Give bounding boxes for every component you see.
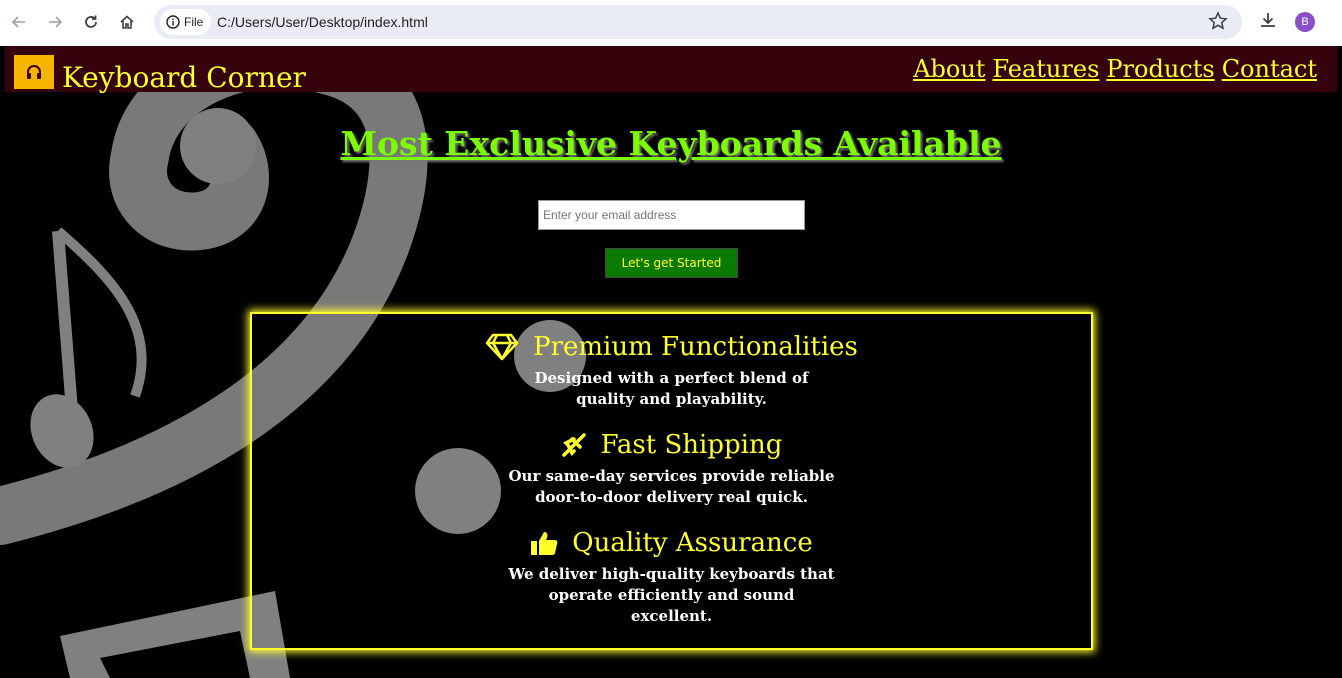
arrow-left-icon bbox=[11, 16, 25, 28]
diamond-icon bbox=[485, 333, 519, 361]
logo[interactable] bbox=[14, 55, 54, 89]
airplane-icon bbox=[561, 433, 586, 457]
site-info-chip[interactable]: File bbox=[160, 9, 212, 35]
downloads-button[interactable] bbox=[1258, 10, 1278, 34]
feature-shipping: Fast Shipping Our same-day services prov… bbox=[252, 428, 1091, 508]
web-page: Keyboard Corner About Features Products … bbox=[0, 46, 1342, 678]
home-button[interactable] bbox=[115, 10, 139, 34]
back-button[interactable] bbox=[7, 10, 31, 34]
feature-title-row: Quality Assurance bbox=[252, 526, 1091, 560]
feature-title: Quality Assurance bbox=[572, 528, 813, 558]
feature-title: Premium Functionalities bbox=[533, 332, 858, 362]
site-header: Keyboard Corner About Features Products … bbox=[5, 46, 1337, 94]
nav-contact-link[interactable]: Contact bbox=[1222, 55, 1317, 83]
features-box: Premium Functionalities Designed with a … bbox=[250, 312, 1093, 650]
headphones-icon bbox=[27, 65, 41, 79]
home-icon bbox=[120, 15, 134, 29]
reload-icon bbox=[85, 15, 97, 28]
download-icon bbox=[1261, 13, 1275, 27]
profile-avatar[interactable]: B bbox=[1295, 12, 1315, 32]
feature-title: Fast Shipping bbox=[600, 430, 783, 460]
file-label: File bbox=[184, 15, 204, 29]
thumbs-up-icon bbox=[531, 532, 558, 555]
main-nav: About Features Products Contact bbox=[913, 55, 1317, 83]
star-icon bbox=[1208, 11, 1228, 30]
feature-description: Designed with a perfect blend of quality… bbox=[534, 369, 809, 408]
nav-products-link[interactable]: Products bbox=[1106, 55, 1214, 83]
nav-about-link[interactable]: About bbox=[913, 55, 985, 83]
nav-features-link[interactable]: Features bbox=[992, 55, 1099, 83]
email-input[interactable] bbox=[538, 200, 805, 230]
feature-description: We deliver high-quality keyboards that o… bbox=[508, 565, 835, 625]
bookmark-button[interactable] bbox=[1208, 11, 1228, 35]
feature-title-row: Premium Functionalities bbox=[252, 330, 1091, 364]
browser-toolbar: File C:/Users/User/Desktop/index.html B bbox=[0, 0, 1342, 46]
hero-title: Most Exclusive Keyboards Available bbox=[340, 124, 1002, 163]
feature-premium: Premium Functionalities Designed with a … bbox=[252, 330, 1091, 410]
address-bar[interactable]: File C:/Users/User/Desktop/index.html bbox=[154, 5, 1242, 39]
url-text[interactable]: C:/Users/User/Desktop/index.html bbox=[217, 14, 428, 30]
feature-title-row: Fast Shipping bbox=[252, 428, 1091, 462]
brand-name: Keyboard Corner bbox=[62, 61, 306, 94]
feature-description: Our same-day services provide reliable d… bbox=[508, 467, 835, 506]
get-started-button[interactable]: Let's get Started bbox=[605, 248, 738, 278]
forward-button[interactable] bbox=[43, 10, 67, 34]
feature-quality: Quality Assurance We deliver high-qualit… bbox=[252, 526, 1091, 627]
reload-button[interactable] bbox=[79, 10, 103, 34]
info-icon bbox=[166, 15, 180, 29]
arrow-right-icon bbox=[49, 16, 63, 28]
